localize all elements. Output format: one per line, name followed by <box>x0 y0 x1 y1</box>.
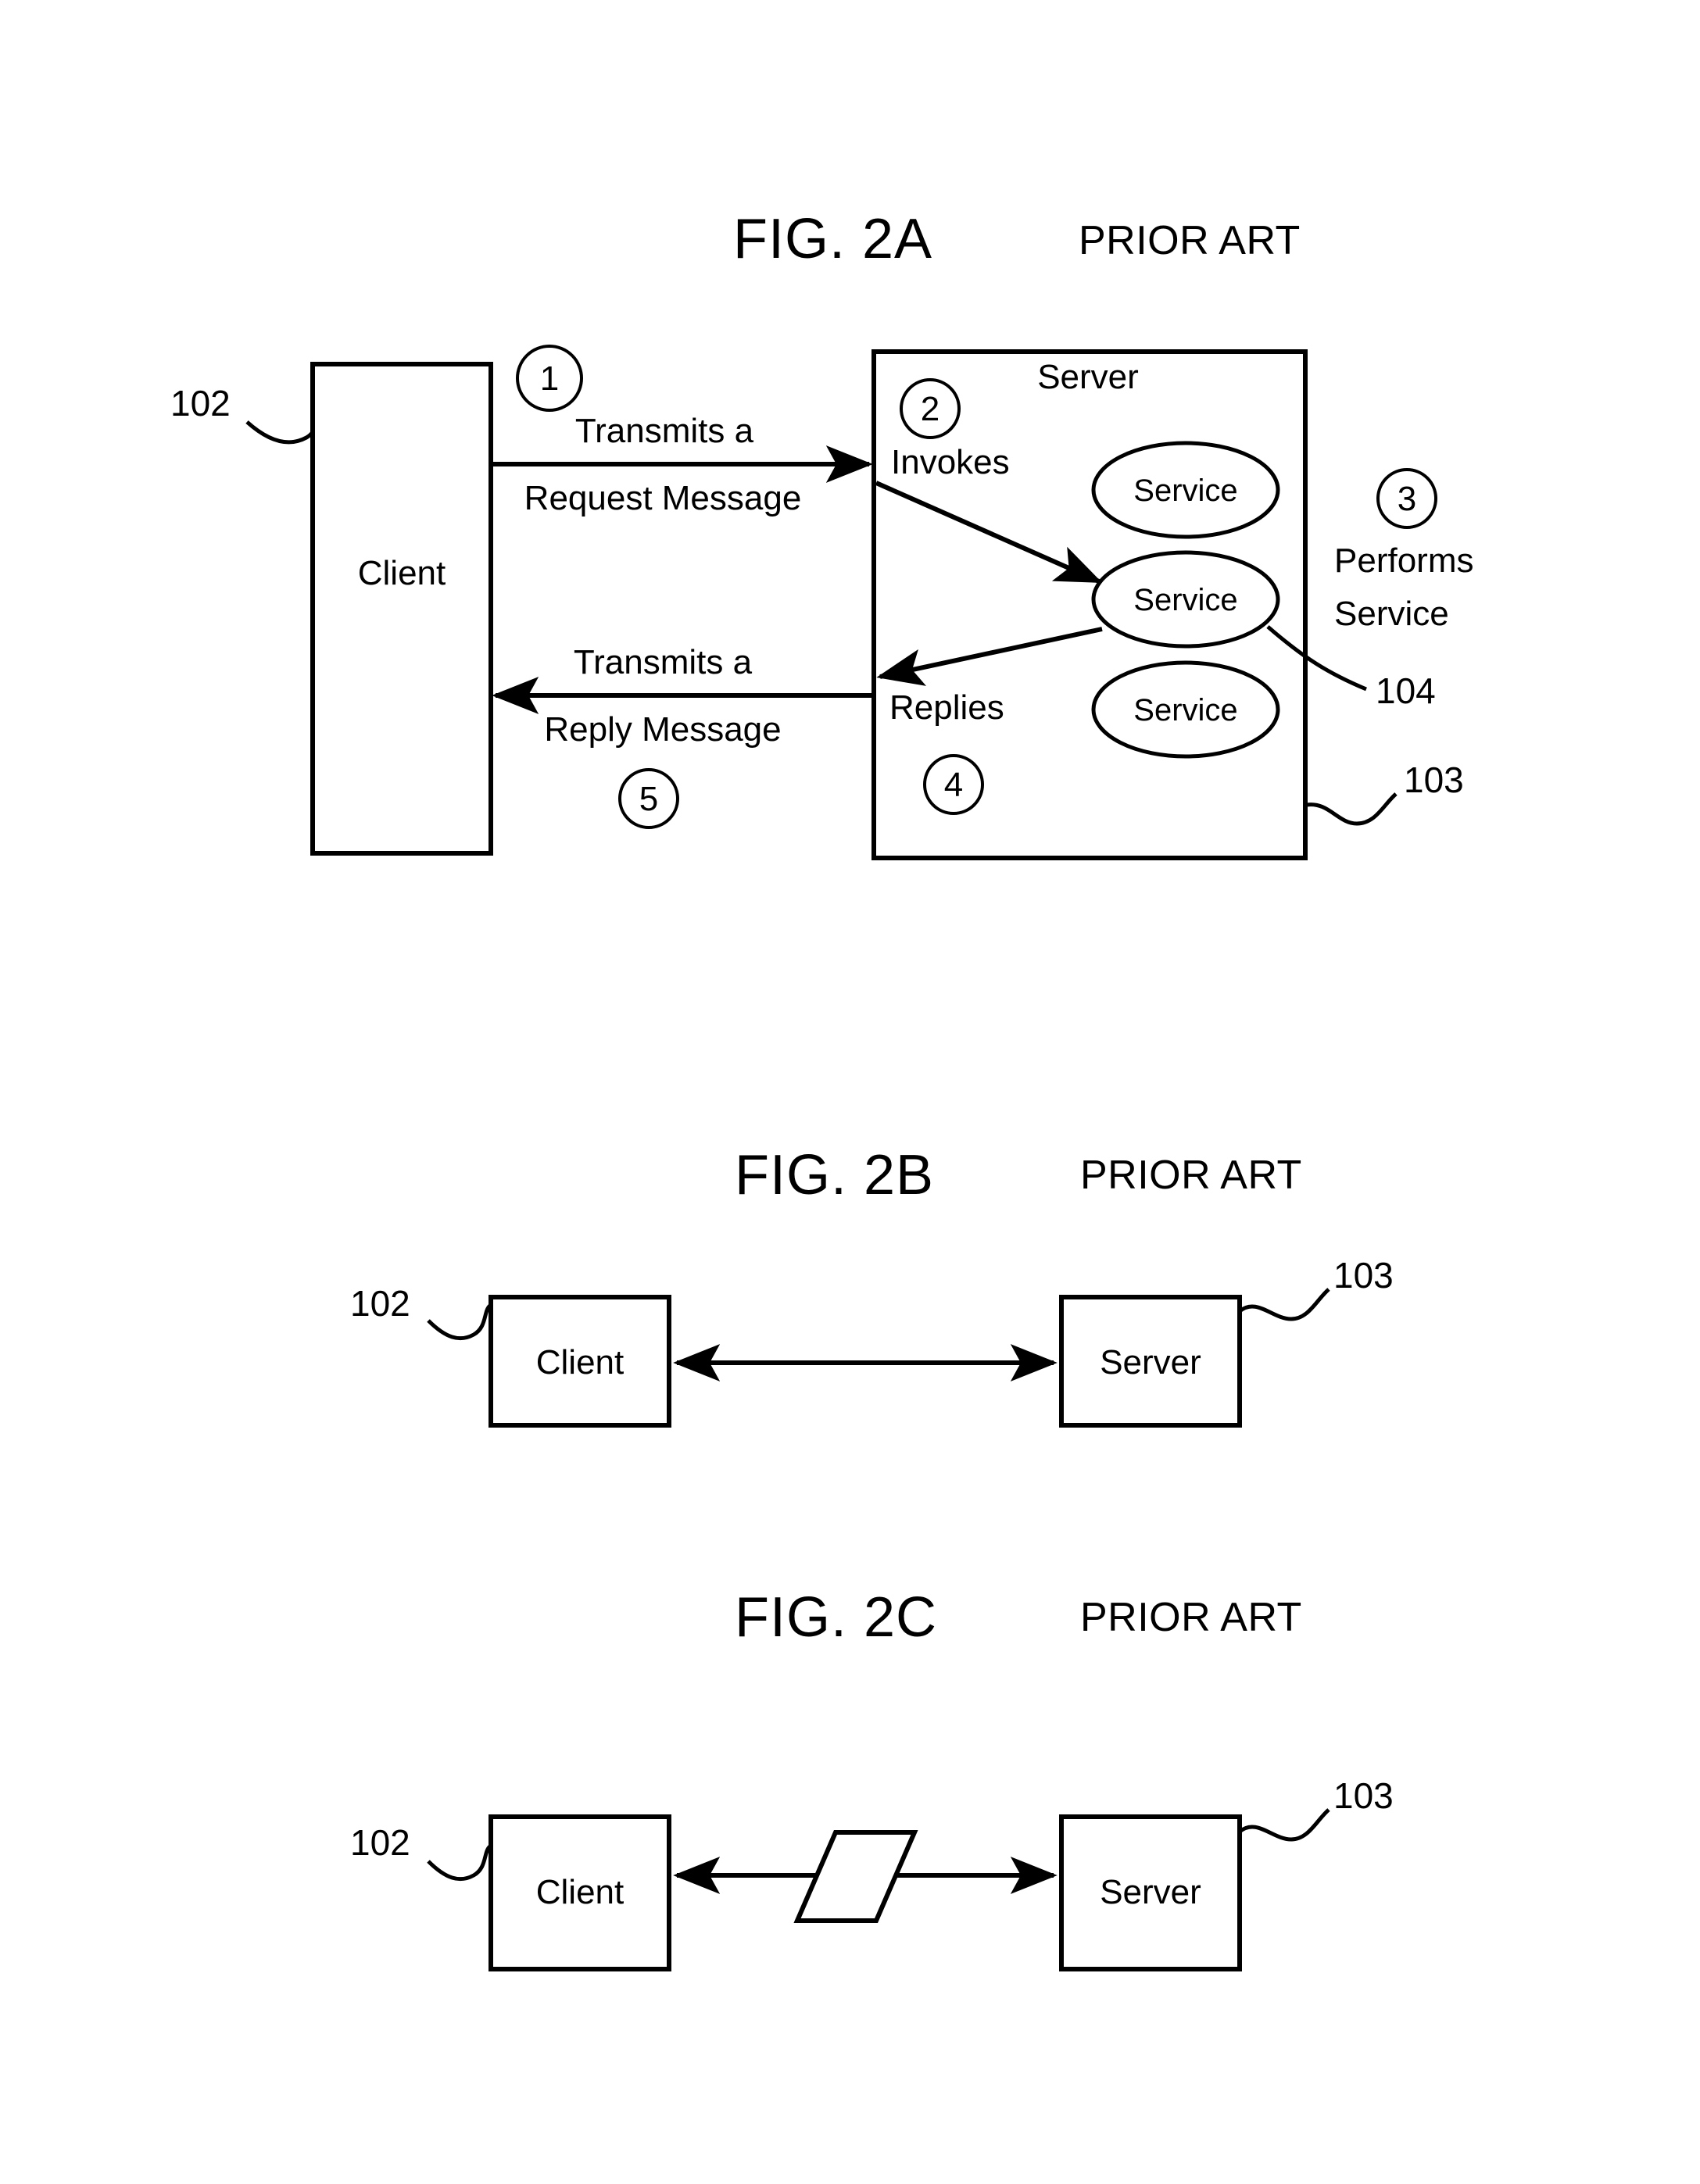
fig-2a-step-3-label-line2: Service <box>1334 595 1449 633</box>
figure-2b: FIG. 2B PRIOR ART 102 Client Server 103 <box>350 1144 1394 1428</box>
fig-2b-prior-art-label: PRIOR ART <box>1080 1153 1302 1198</box>
fig-2a-service-ref: 104 <box>1376 670 1436 711</box>
fig-2b-client-label: Client <box>536 1343 625 1382</box>
fig-2a-step-3-label-line1: Performs <box>1334 542 1473 580</box>
fig-2a-step-1-number: 1 <box>540 359 559 398</box>
fig-2c-prior-art-label: PRIOR ART <box>1080 1595 1302 1640</box>
fig-2b-client-ref: 102 <box>350 1283 410 1324</box>
fig-2a-step-1-label-line1: Transmits a <box>575 412 754 450</box>
fig-2a-client-box <box>310 362 493 856</box>
fig-2a-step-4-number: 4 <box>944 766 963 804</box>
figure-2a: FIG. 2A PRIOR ART 102 Client Server 1 Tr… <box>170 208 1473 860</box>
fig-2a-step-4-label: Replies <box>889 688 1004 727</box>
fig-2a-client-leader-line <box>245 388 318 445</box>
patent-figure-sheet: FIG. 2A PRIOR ART 102 Client Server 1 Tr… <box>0 0 1700 2184</box>
fig-2b-title: FIG. 2B <box>735 1144 934 1206</box>
fig-2c-title: FIG. 2C <box>735 1586 937 1649</box>
fig-2b-server-label: Server <box>1100 1343 1201 1382</box>
fig-2a-server-label: Server <box>1037 358 1139 396</box>
fig-2a-step-2-label: Invokes <box>891 443 1010 481</box>
fig-2b-client-leader-line <box>427 1303 492 1341</box>
fig-2c-client-ref: 102 <box>350 1822 410 1863</box>
fig-2a-step-3-number: 3 <box>1398 480 1416 518</box>
fig-2c-server-ref: 103 <box>1333 1775 1394 1816</box>
fig-2a-step-5-label-line1: Transmits a <box>574 643 753 681</box>
fig-2a-prior-art-label: PRIOR ART <box>1079 218 1301 263</box>
fig-2a-server-leader-line <box>1306 792 1398 826</box>
fig-2a-client-label: Client <box>358 554 446 592</box>
fig-2b-server-ref: 103 <box>1333 1255 1394 1296</box>
fig-2b-server-leader-line <box>1238 1288 1330 1321</box>
fig-2c-server-label: Server <box>1100 1873 1201 1911</box>
fig-2a-server-ref: 103 <box>1404 760 1464 800</box>
fig-2a-service-label-3: Service <box>1133 693 1237 727</box>
fig-2a-step-2-number: 2 <box>921 390 939 428</box>
fig-2a-step-1-label-line2: Request Message <box>524 479 802 517</box>
fig-2c-client-leader-line <box>427 1843 492 1882</box>
fig-2a-service-label-2: Service <box>1133 583 1237 617</box>
figure-2c: FIG. 2C PRIOR ART 102 Client Server 103 <box>350 1586 1394 1971</box>
fig-2a-step-5-label-line2: Reply Message <box>544 710 781 749</box>
fig-2a-client-ref: 102 <box>170 383 231 424</box>
fig-2c-client-label: Client <box>536 1873 625 1911</box>
fig-2c-server-leader-line <box>1238 1808 1330 1842</box>
fig-2a-title: FIG. 2A <box>733 208 932 270</box>
figure-canvas: FIG. 2A PRIOR ART 102 Client Server 1 Tr… <box>170 208 1473 1971</box>
fig-2a-step-5-number: 5 <box>639 780 658 818</box>
fig-2a-service-label-1: Service <box>1133 474 1237 508</box>
fig-2c-parallelogram-shape <box>793 1830 918 1923</box>
